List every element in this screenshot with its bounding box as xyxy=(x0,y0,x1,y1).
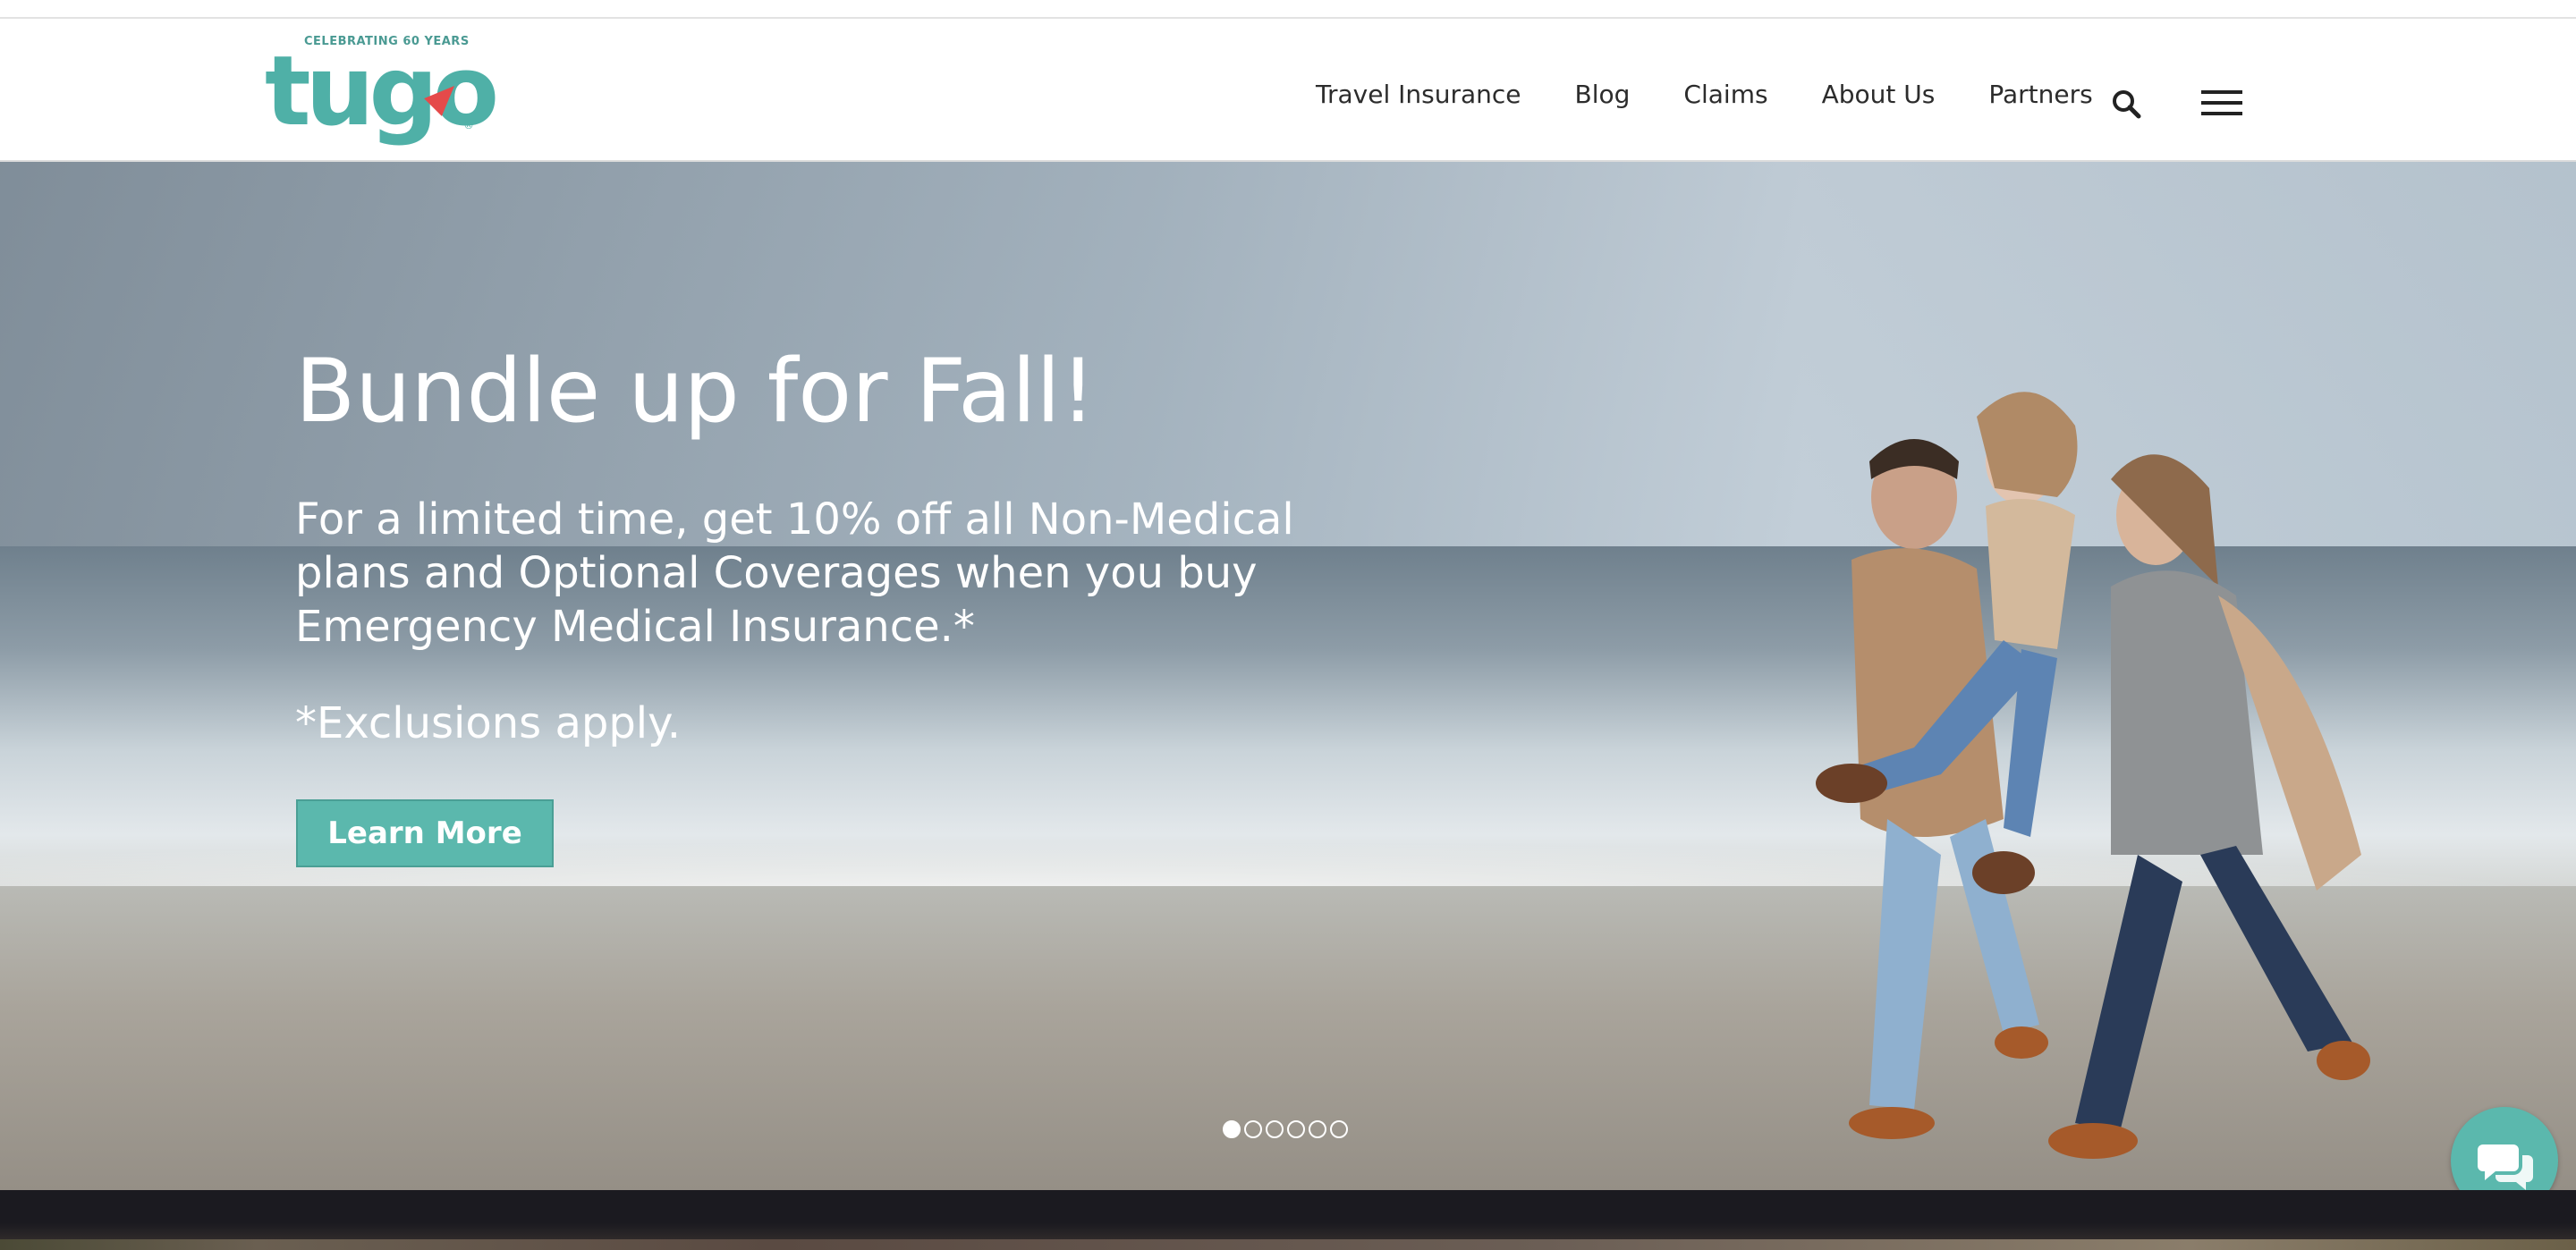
hero-title: Bundle up for Fall! xyxy=(295,341,1096,443)
hamburger-menu-icon[interactable] xyxy=(2201,90,2242,117)
carousel-dot-5[interactable] xyxy=(1309,1120,1326,1138)
search-icon[interactable] xyxy=(2111,89,2141,119)
top-rule xyxy=(0,0,2576,19)
nav-claims[interactable]: Claims xyxy=(1683,80,1767,109)
carousel-dots xyxy=(1223,1120,1352,1138)
family-running-image xyxy=(1816,392,2370,1159)
carousel-dot-2[interactable] xyxy=(1244,1120,1262,1138)
hero-banner: Bundle up for Fall! For a limited time, … xyxy=(0,162,2576,1190)
hero-exclusions-note: *Exclusions apply. xyxy=(295,698,681,748)
learn-more-button[interactable]: Learn More xyxy=(296,799,554,867)
nav-travel-insurance[interactable]: Travel Insurance xyxy=(1316,80,1521,109)
registered-mark: ® xyxy=(463,119,474,131)
carousel-dot-3[interactable] xyxy=(1266,1120,1284,1138)
hero-body: For a limited time, get 10% off all Non-… xyxy=(295,494,1294,652)
next-section-peek xyxy=(0,1239,2576,1250)
nav-partners[interactable]: Partners xyxy=(1988,80,2092,109)
main-nav: Travel Insurance Blog Claims About Us Pa… xyxy=(1316,72,2147,115)
tugo-logo[interactable]: CELEBRATING 60 YEARS tugo ® xyxy=(265,35,499,169)
nav-blog[interactable]: Blog xyxy=(1575,80,1631,109)
nav-about-us[interactable]: About Us xyxy=(1822,80,1936,109)
carousel-dot-1[interactable] xyxy=(1223,1120,1241,1138)
site-header: CELEBRATING 60 YEARS tugo ® Travel Insur… xyxy=(0,19,2576,162)
carousel-dot-6[interactable] xyxy=(1330,1120,1348,1138)
carousel-dot-4[interactable] xyxy=(1287,1120,1305,1138)
